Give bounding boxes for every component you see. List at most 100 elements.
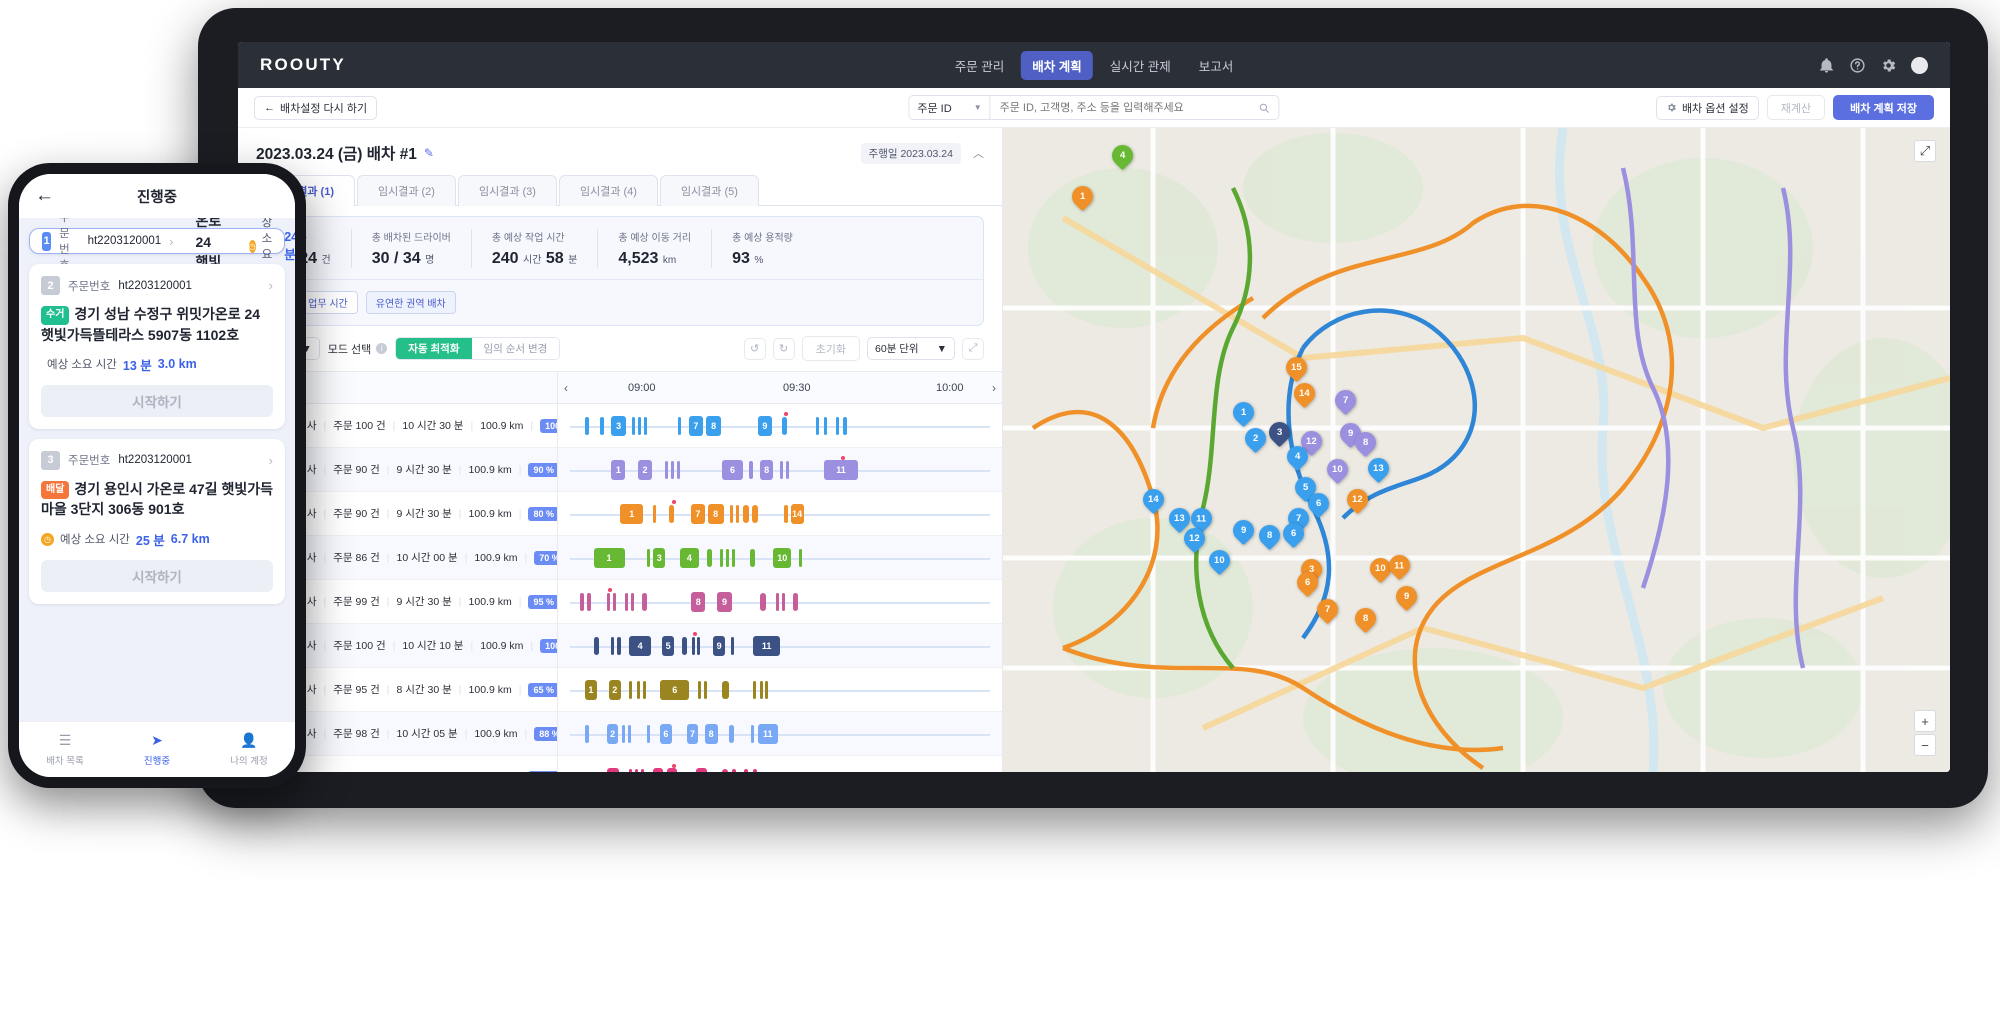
gantt-block[interactable]: 1 (620, 503, 644, 524)
gantt-block[interactable] (793, 592, 798, 611)
gantt-block[interactable] (664, 460, 668, 479)
undo-icon[interactable]: ↺ (743, 337, 766, 360)
mode-manual-reorder[interactable]: 임의 순서 변경 (471, 338, 560, 359)
map-zoom-in-button[interactable]: + (1914, 710, 1936, 732)
gantt-block[interactable] (642, 592, 647, 611)
gantt-row[interactable]: 한드라이버 기사| 주문 93 건| 8 시간 55 분| 100.9 km| … (238, 756, 1002, 772)
back-arrow-icon[interactable]: ← (35, 185, 54, 207)
gantt-row-track[interactable]: 1 7 8 14 (558, 492, 1002, 535)
gantt-block[interactable] (729, 504, 733, 523)
gantt-block[interactable] (617, 636, 621, 655)
gantt-block[interactable] (753, 768, 757, 772)
gantt-row-track[interactable]: 2 6 7 8 11 (558, 712, 1002, 755)
gantt-block[interactable] (731, 636, 735, 655)
gantt-block[interactable]: 8 (691, 591, 706, 612)
gantt-block[interactable]: 6 (722, 459, 743, 480)
start-button[interactable]: 시작하기 (41, 384, 273, 417)
phone-tab-in-progress[interactable]: ➤ 진행중 (111, 732, 203, 767)
gantt-block[interactable] (629, 768, 633, 772)
gantt-block[interactable] (631, 416, 635, 435)
gantt-block[interactable] (606, 592, 610, 611)
gantt-block[interactable]: 1 (606, 767, 620, 772)
gantt-block[interactable]: 3 (611, 415, 626, 436)
dispatch-option-settings-button[interactable]: 배차 옵션 설정 (1655, 95, 1759, 120)
tab-result-5[interactable]: 임시결과 (5) (659, 175, 759, 206)
gantt-block[interactable]: 14 (790, 503, 804, 524)
expand-icon[interactable]: ⤢ (962, 337, 984, 360)
gantt-block[interactable]: 1 (593, 547, 625, 568)
gantt-block[interactable] (630, 592, 634, 611)
gantt-block[interactable] (760, 592, 766, 611)
gantt-block[interactable] (696, 636, 700, 655)
gantt-row-track[interactable]: 1 3 4 10 (558, 536, 1002, 579)
gantt-block[interactable]: 3 (653, 547, 665, 568)
start-button[interactable]: 시작하기 (41, 559, 273, 592)
map-pane[interactable]: ⤢ + − 4121514711298234101356121413119786… (1003, 128, 1950, 772)
gantt-block[interactable] (637, 416, 641, 435)
search-icon[interactable] (1258, 102, 1269, 114)
avatar[interactable] (1911, 56, 1928, 74)
gantt-block[interactable] (640, 768, 644, 772)
gantt-block[interactable]: 7 (691, 503, 705, 524)
gantt-block[interactable] (584, 724, 589, 743)
gantt-block[interactable] (682, 636, 688, 655)
gantt-block[interactable]: 2 (609, 679, 621, 700)
gantt-block[interactable]: 11 (757, 723, 778, 744)
gantt-block[interactable] (722, 680, 729, 699)
gantt-block[interactable] (669, 504, 675, 523)
gantt-block[interactable] (629, 680, 633, 699)
gantt-row-track[interactable]: 1567 (558, 756, 1002, 772)
gantt-block[interactable]: 9 (713, 635, 725, 656)
interval-select[interactable]: 60분 단위 ▼ (867, 337, 955, 360)
order-card[interactable]: 3 주문번호 ht2203120001 › 배달 경기 용인시 가온로 47길 햇… (29, 438, 285, 604)
gantt-block[interactable]: 10 (773, 547, 792, 568)
recalculate-button[interactable]: 재계산 (1766, 95, 1826, 120)
gantt-block[interactable]: 7 (688, 415, 703, 436)
gantt-row[interactable]: 이드라이버 기사| 주문 90 건| 9 시간 30 분| 100.9 km| … (238, 448, 1002, 492)
gantt-row[interactable]: 김드라이버 기사| 주문 100 건| 10 시간 30 분| 100.9 km… (238, 404, 1002, 448)
gantt-block[interactable] (677, 416, 682, 435)
gantt-block[interactable] (843, 416, 847, 435)
gantt-block[interactable] (643, 416, 647, 435)
gantt-row[interactable]: 최드라이버 기사| 주문 86 건| 10 시간 00 분| 100.9 km|… (238, 536, 1002, 580)
nav-item-orders[interactable]: 주문 관리 (944, 51, 1015, 80)
search-input[interactable] (999, 101, 1259, 114)
gantt-block[interactable] (646, 548, 651, 567)
help-icon[interactable] (1849, 57, 1866, 74)
gantt-row[interactable]: 윤드라이버 기사| 주문 98 건| 10 시간 05 분| 100.9 km|… (238, 712, 1002, 756)
gantt-block[interactable] (697, 680, 701, 699)
timeline-next-button[interactable]: › (992, 381, 996, 395)
gantt-block[interactable] (735, 504, 739, 523)
gantt-block[interactable]: 4 (629, 635, 652, 656)
gantt-block[interactable] (593, 636, 600, 655)
gantt-block[interactable] (634, 768, 638, 772)
gantt-block[interactable] (836, 416, 840, 435)
gantt-block[interactable]: 7 (695, 767, 708, 772)
gantt-block[interactable] (612, 592, 616, 611)
gantt-block[interactable] (628, 724, 632, 743)
gantt-block[interactable] (732, 768, 737, 772)
gantt-block[interactable] (765, 680, 769, 699)
gantt-block[interactable] (781, 592, 785, 611)
mode-auto-optimize[interactable]: 자동 최적화 (396, 338, 472, 359)
gantt-block[interactable]: 8 (704, 723, 718, 744)
gantt-block[interactable] (784, 504, 788, 523)
gantt-block[interactable]: 6 (660, 679, 690, 700)
gantt-block[interactable] (753, 680, 757, 699)
nav-item-dispatch-plan[interactable]: 배차 계획 (1021, 50, 1093, 80)
search-box[interactable] (989, 95, 1280, 120)
gantt-block[interactable]: 9 (757, 415, 772, 436)
reset-button[interactable]: 초기화 (801, 336, 861, 361)
gantt-block[interactable] (775, 592, 779, 611)
gantt-block[interactable]: 7 (686, 723, 699, 744)
gantt-block[interactable] (780, 460, 784, 479)
map-zoom-out-button[interactable]: − (1914, 734, 1936, 756)
gantt-block[interactable]: 2 (637, 459, 653, 480)
gantt-block[interactable] (786, 460, 790, 479)
gantt-block[interactable]: 1 (584, 679, 598, 700)
gear-icon[interactable] (1880, 57, 1897, 74)
gantt-block[interactable] (584, 416, 590, 435)
redo-icon[interactable]: ↻ (772, 337, 795, 360)
gantt-block[interactable] (637, 680, 641, 699)
gantt-block[interactable] (642, 680, 646, 699)
